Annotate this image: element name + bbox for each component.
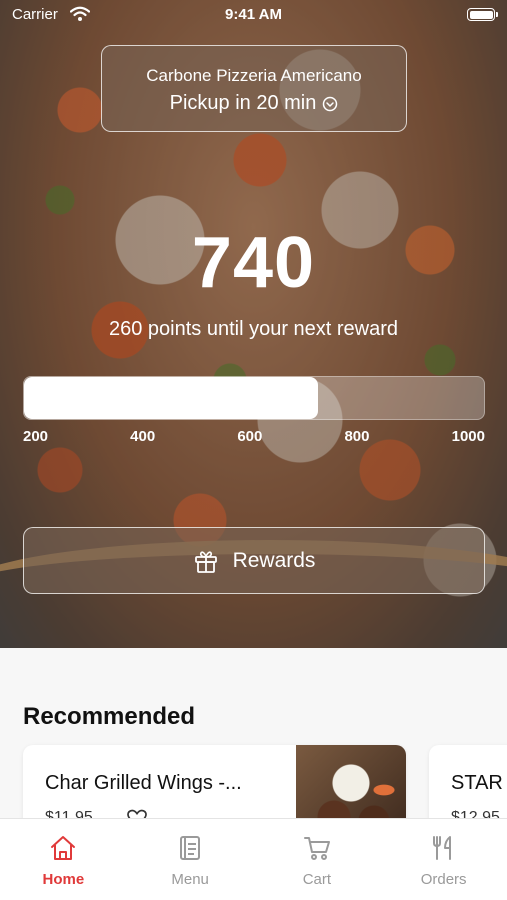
tick-label: 600 bbox=[237, 428, 263, 445]
rewards-button[interactable]: Rewards bbox=[23, 527, 485, 594]
points-value: 740 bbox=[191, 223, 316, 303]
item-name: Char Grilled Wings -... bbox=[45, 772, 242, 794]
tab-menu-label: Menu bbox=[171, 871, 209, 888]
progress-ticks: 200 400 600 800 1000 bbox=[23, 428, 485, 448]
tab-orders-label: Orders bbox=[420, 871, 467, 888]
tab-home[interactable]: Home bbox=[0, 819, 127, 900]
points-message: 260 points until your next reward bbox=[108, 318, 399, 340]
orders-icon bbox=[432, 836, 451, 860]
tick-label: 800 bbox=[344, 428, 370, 445]
battery-icon bbox=[467, 8, 498, 21]
tab-bar: Home Menu Cart Orders bbox=[0, 818, 507, 900]
points-progress-bar bbox=[23, 376, 485, 420]
pickup-row: Pickup in 20 min bbox=[102, 92, 406, 115]
tab-orders[interactable]: Orders bbox=[380, 819, 507, 900]
points-progress-fill bbox=[24, 377, 319, 419]
gift-icon bbox=[194, 550, 217, 573]
home-icon bbox=[51, 836, 76, 860]
tick-label: 400 bbox=[130, 428, 156, 445]
restaurant-name: Carbone Pizzeria Americano bbox=[146, 66, 362, 85]
tab-cart-label: Cart bbox=[302, 871, 332, 888]
rewards-label: Rewards bbox=[232, 548, 316, 572]
status-time: 9:41 AM bbox=[225, 6, 282, 23]
tab-home-label: Home bbox=[42, 871, 85, 888]
menu-icon bbox=[180, 836, 201, 860]
status-bar: Carrier 9:41 AM bbox=[0, 0, 507, 30]
pickup-time: Pickup in 20 min bbox=[169, 92, 317, 114]
tab-menu[interactable]: Menu bbox=[127, 819, 254, 900]
item-name: STAR bbox=[451, 772, 503, 794]
tick-label: 200 bbox=[23, 428, 49, 445]
cart-icon bbox=[303, 837, 330, 860]
recommended-title: Recommended bbox=[23, 703, 196, 730]
location-selector[interactable]: Carbone Pizzeria Americano Pickup in 20 … bbox=[101, 45, 407, 132]
chevron-down-icon bbox=[323, 96, 338, 111]
tab-cart[interactable]: Cart bbox=[254, 819, 381, 900]
tick-label: 1000 bbox=[451, 428, 485, 445]
